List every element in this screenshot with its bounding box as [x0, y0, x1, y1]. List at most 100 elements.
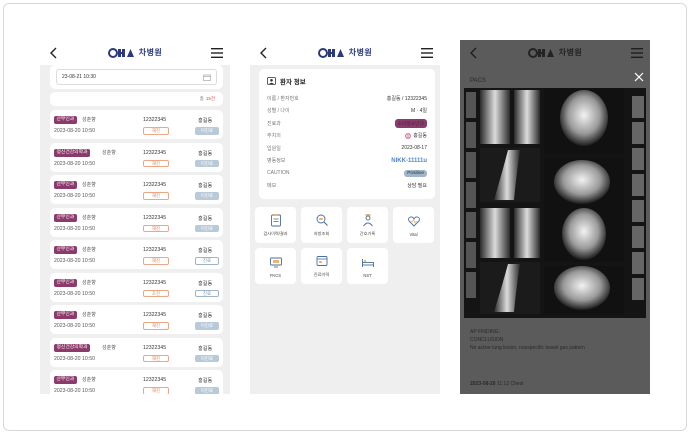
info-value: M · 4일	[411, 108, 427, 115]
patient-name: 홍길동	[198, 150, 213, 157]
tile-nursing-record[interactable]: 간호기록	[347, 207, 388, 243]
tile-prescription[interactable]: 처방조회	[301, 207, 342, 243]
appointment-row[interactable]: 산부인과 성춘향 2023-08-20 10:50 12322345 재진 홍길동 미진료	[50, 370, 223, 394]
info-value: 2023-08-17	[401, 145, 427, 152]
tile-vital[interactable]: Vital	[393, 207, 434, 243]
appointment-datetime: 2023-08-20 10:50	[54, 193, 95, 199]
visit-type-badge: 재진	[143, 224, 169, 232]
tile-label: Vital	[409, 231, 418, 237]
brand-name: 차병원	[348, 48, 373, 57]
patient-card-icon	[267, 77, 276, 85]
department-badge: 정신건강의학과	[54, 148, 90, 157]
close-icon[interactable]	[634, 72, 644, 82]
tile-test-results[interactable]: 검사이력/결과	[255, 207, 296, 243]
appointment-row[interactable]: 정신건강의학과 성춘향 2023-08-20 10:50 12322345 재진 홍길동 미…	[50, 142, 223, 172]
history-icon	[316, 256, 327, 266]
info-label: 병동정보	[267, 158, 286, 165]
doctor-name: 성춘향	[82, 182, 96, 188]
appointment-row[interactable]: 산부인과 성춘향 2023-08-20 10:50 12322345 재진 홍길동 미진료	[50, 175, 223, 204]
pacs-title: PACS	[470, 78, 486, 84]
patient-info-title: 환자 정보	[280, 79, 306, 86]
patient-name: 홍길동	[198, 313, 213, 319]
tile-label: 처방조회	[313, 231, 330, 236]
ward-link[interactable]: NIKK-11111u	[391, 158, 427, 164]
physician-name: 홍길동	[413, 133, 427, 140]
tile-nst[interactable]: NST	[347, 248, 388, 284]
cha-logo-icon	[527, 47, 554, 58]
tile-label: 간호기록	[359, 231, 376, 236]
appointment-list: 산부인과 성춘향 2023-08-20 10:50 12322345 재진 홍길동 미진료 정…	[50, 110, 223, 394]
appointment-row[interactable]: 정신건강의학과 성춘향 2023-08-20 10:50 12322345 재진 홍길동 미…	[50, 337, 223, 367]
treatment-status-badge: 미진료	[195, 127, 219, 135]
brand-name: 차병원	[558, 48, 583, 57]
report-line: No active lung lesion, nonspecific bowel…	[470, 345, 585, 351]
doctor-name: 성춘향	[82, 117, 96, 123]
back-icon[interactable]	[256, 46, 270, 60]
treatment-status-badge: 미진료	[195, 354, 219, 362]
hamburger-menu-icon[interactable]	[210, 46, 224, 60]
clipboard-icon	[270, 214, 281, 227]
top-bar: 차병원	[40, 40, 230, 65]
physician-value: 홍길동	[405, 132, 427, 139]
appointment-row[interactable]: 산부인과 성춘향 2023-08-20 10:50 12322345 재진 홍길동 진료	[50, 240, 223, 269]
info-value: 홍길동 / 12322345	[386, 95, 427, 102]
appointment-row[interactable]: 산부인과 성춘향 2023-08-20 10:50 12322345 재진 홍길동 미진료	[50, 207, 223, 237]
report-date-value: 2023-08-20	[470, 381, 496, 387]
info-row-name: 이름 / 환자번호 홍길동 / 12322345	[267, 92, 427, 105]
patient-name: 홍길동	[198, 280, 213, 287]
report-meta: 11:12 Chest	[496, 381, 524, 387]
brand-logo: 차병원	[317, 47, 373, 58]
nurse-icon	[362, 214, 373, 227]
patient-name: 홍길동	[198, 378, 213, 384]
appointment-datetime: 2023-08-20 10:50	[54, 388, 95, 394]
patient-id: 12322345	[143, 247, 167, 253]
tile-pacs[interactable]: PACS	[255, 248, 296, 284]
visit-type-badge: 재진	[143, 322, 169, 330]
xray-image-viewer[interactable]	[464, 88, 646, 318]
appointment-row[interactable]: 산부인과 성춘향 2023-08-20 10:50 12322345 재진 홍길동 미진료	[50, 305, 223, 334]
hamburger-menu-icon[interactable]	[630, 46, 644, 60]
department-badge: 정신건강의학과	[54, 343, 90, 352]
caution-badge: Positive	[404, 169, 427, 177]
department-badge: 산부인과	[54, 376, 77, 384]
date-filter-card: 23-08-21 10:30	[50, 65, 223, 89]
appointment-row[interactable]: 산부인과 성춘향 2023-08-20 10:50 12322345 재진 홍길동 미진료	[50, 110, 223, 139]
appointment-row[interactable]: 산부인과 성춘향 2023-08-20 10:50 12322345 초진 홍길동 진료	[50, 272, 223, 302]
top-bar: 차병원	[460, 40, 650, 65]
back-icon[interactable]	[466, 46, 480, 60]
report-line: AP FINDING:	[470, 329, 500, 335]
appointment-list-screen: 차병원 23-08-21 10:30 총 15건 산부인과 성춘향 2023-08-…	[40, 40, 230, 394]
report-date: 2023-08-20 11:12 Chest	[470, 381, 524, 387]
info-label: 입원일	[267, 145, 281, 152]
date-picker-field[interactable]: 23-08-21 10:30	[56, 69, 217, 85]
patient-id: 12322345	[143, 344, 167, 351]
result-count: 총 15건	[50, 92, 223, 106]
back-icon[interactable]	[46, 46, 60, 60]
patient-id: 12322345	[143, 182, 167, 188]
department-badge: 산부인과	[54, 246, 77, 254]
info-row-gender-age: 성별 / 나이 M · 4일	[267, 105, 427, 118]
patient-name: 홍길동	[198, 183, 213, 189]
treatment-status-badge: 미진료	[195, 159, 219, 167]
appointment-datetime: 2023-08-20 10:50	[54, 258, 95, 264]
department-badge: 산부인과	[54, 278, 77, 287]
info-row-admission-date: 입원일 2023-08-17	[267, 142, 427, 155]
visit-type-badge: 초진	[143, 289, 169, 297]
department-badge: 산부인과	[54, 311, 77, 319]
info-row-department: 진료과 소아청소년과	[267, 117, 427, 130]
cha-logo-icon	[317, 47, 344, 58]
department-badge: 산부인과	[54, 213, 77, 222]
patient-name: 홍길동	[198, 215, 213, 222]
treatment-status-badge: 미진료	[195, 322, 219, 330]
info-row-ward: 병동정보 NIKK-11111u	[267, 155, 427, 168]
hamburger-menu-icon[interactable]	[420, 46, 434, 60]
patient-id: 12322345	[143, 214, 167, 221]
treatment-status-badge: 진료	[195, 289, 219, 297]
info-value: 상담 필요	[407, 183, 427, 190]
tile-label: 검사이력/결과	[263, 231, 288, 236]
info-label: 주치의	[267, 133, 281, 140]
count-value: 15건	[205, 96, 215, 101]
visit-type-badge: 재진	[143, 192, 169, 200]
search-pill-icon	[316, 214, 328, 226]
tile-treatment-history[interactable]: 진료이력	[301, 248, 342, 284]
